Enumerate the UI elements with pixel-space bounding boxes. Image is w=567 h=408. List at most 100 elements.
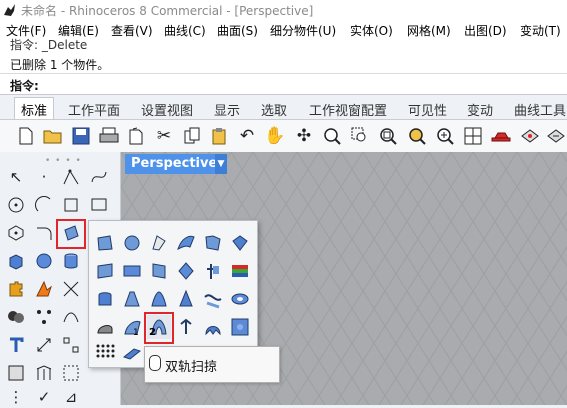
revolve-surface-icon[interactable]: [174, 259, 198, 283]
title-bar: 未命名 - Rhinoceros 8 Commercial - [Perspec…: [0, 0, 567, 20]
zoom-target-icon[interactable]: [433, 124, 457, 148]
torus-surface-icon[interactable]: [228, 287, 252, 311]
four-viewports-icon[interactable]: [461, 124, 485, 148]
open-folder-icon[interactable]: [41, 124, 65, 148]
strip-surface-icon[interactable]: [120, 341, 144, 365]
drape-surface-icon[interactable]: [93, 315, 117, 339]
blend-surface-icon[interactable]: [201, 287, 225, 311]
extrude-surface-icon[interactable]: [228, 231, 252, 255]
layout-icon[interactable]: [5, 362, 27, 384]
puzzle-icon[interactable]: [5, 278, 27, 300]
fin-surface-icon[interactable]: [201, 315, 225, 339]
tab-display[interactable]: 显示: [214, 100, 240, 119]
rail-revolve-icon[interactable]: [201, 259, 225, 283]
tab-set-view[interactable]: 设置视图: [141, 100, 193, 119]
zoom-selected-icon[interactable]: [405, 124, 429, 148]
zoom-window-icon[interactable]: [348, 124, 372, 148]
tab-cplanes[interactable]: 工作平面: [68, 100, 120, 119]
print-icon[interactable]: [97, 124, 121, 148]
explode-icon[interactable]: [33, 278, 55, 300]
command-history-line: 指令: _Delete: [10, 38, 88, 52]
fillet-curve-icon[interactable]: [33, 222, 55, 244]
tab-transform[interactable]: 变动: [467, 100, 493, 119]
tab-viewport-layout[interactable]: 工作视窗配置: [309, 100, 387, 119]
menu-view[interactable]: 查看(V): [111, 22, 153, 39]
menu-transform[interactable]: 变动(T): [520, 22, 561, 39]
arc-icon[interactable]: [33, 194, 55, 216]
patch-surface-icon[interactable]: [201, 231, 225, 255]
menu-solid[interactable]: 实体(O): [350, 22, 393, 39]
heightfield-surface-icon[interactable]: [228, 315, 252, 339]
tooltip: 双轨扫掠: [144, 346, 280, 383]
polyline-icon[interactable]: [60, 166, 82, 188]
menu-mesh[interactable]: 网格(M): [407, 22, 451, 39]
planar-surface-icon[interactable]: [120, 259, 144, 283]
curve-edit-icon[interactable]: [60, 306, 82, 328]
menu-dimension[interactable]: 出图(D): [464, 22, 507, 39]
tab-visibility[interactable]: 可见性: [408, 100, 447, 119]
chevron-down-icon[interactable]: ▼: [215, 154, 227, 174]
save-icon[interactable]: [69, 124, 93, 148]
command-prompt[interactable]: 指令:: [0, 73, 567, 94]
tent-surface-icon[interactable]: [147, 287, 171, 311]
network-surface-icon[interactable]: [147, 231, 171, 255]
select-arrow-icon[interactable]: ↖: [5, 166, 27, 188]
cone-surface-icon[interactable]: [174, 287, 198, 311]
pipe-surface-icon[interactable]: [174, 315, 198, 339]
pan-hand-icon[interactable]: ✋: [263, 124, 287, 148]
cut-icon[interactable]: ✂: [152, 124, 176, 148]
dimension-icon[interactable]: [33, 334, 55, 356]
rainbow-surface-icon[interactable]: [228, 259, 252, 283]
circle-icon[interactable]: [5, 194, 27, 216]
menu-subd[interactable]: 细分物件(U): [270, 22, 336, 39]
tab-curve-tools[interactable]: 曲线工具: [514, 100, 566, 119]
boolean-icon[interactable]: [5, 306, 27, 328]
curve-icon[interactable]: [88, 166, 110, 188]
points-on-icon[interactable]: [33, 306, 55, 328]
properties-icon[interactable]: [544, 124, 567, 148]
sweep-one-rail-icon[interactable]: [120, 315, 144, 339]
sphere-surface-icon[interactable]: [120, 231, 144, 255]
import-icon[interactable]: [124, 124, 148, 148]
cylinder-icon[interactable]: [60, 250, 82, 272]
ruled-surface-icon[interactable]: [120, 287, 144, 311]
box-solid-icon[interactable]: [5, 250, 27, 272]
zoom-icon[interactable]: [320, 124, 344, 148]
grid-dots-icon[interactable]: [60, 362, 82, 384]
surface-from-points-icon[interactable]: [93, 231, 117, 255]
polygon-center-icon[interactable]: [5, 222, 27, 244]
vertical-lines-icon[interactable]: [33, 362, 55, 384]
sphere-solid-icon[interactable]: [33, 250, 55, 272]
tab-select[interactable]: 选取: [261, 100, 287, 119]
rotate-view-icon[interactable]: ✣: [292, 124, 316, 148]
viewport-title-tab[interactable]: Perspective: [125, 154, 224, 174]
dot-grid-icon[interactable]: [93, 341, 117, 365]
rectangle-icon[interactable]: [88, 194, 110, 216]
menu-surface[interactable]: 曲面(S): [217, 22, 258, 39]
polygon-icon[interactable]: [60, 194, 82, 216]
extrude-curve-icon[interactable]: [93, 287, 117, 311]
sweep-two-rails-highlight: [144, 312, 174, 344]
loft-surface-icon[interactable]: [147, 259, 171, 283]
array-icon[interactable]: [60, 334, 82, 356]
mouse-icon: [149, 355, 161, 371]
sweep-surface-icon[interactable]: [174, 231, 198, 255]
render-settings-icon[interactable]: [518, 124, 542, 148]
standard-toolbar: ✂ ↶ ✋ ✣: [0, 119, 567, 153]
copy-icon[interactable]: [180, 124, 204, 148]
command-area: 指令: _Delete 已删除 1 个物件。 指令:: [0, 38, 567, 95]
sweep-badge-label: 1: [133, 328, 139, 338]
new-file-icon[interactable]: [14, 124, 38, 148]
car-render-icon[interactable]: [489, 124, 513, 148]
menu-curve[interactable]: 曲线(C): [164, 22, 206, 39]
text-icon[interactable]: [5, 334, 27, 356]
paste-icon[interactable]: [207, 124, 231, 148]
trim-icon[interactable]: [60, 278, 82, 300]
undo-icon[interactable]: ↶: [235, 124, 259, 148]
panel-grip[interactable]: • • • •: [45, 156, 82, 166]
point-icon[interactable]: ·: [33, 166, 55, 188]
edge-surface-icon[interactable]: [93, 259, 117, 283]
command-prompt-label: 指令:: [10, 79, 39, 93]
command-history-line: 已删除 1 个物件。: [10, 58, 110, 72]
zoom-extents-icon[interactable]: [376, 124, 400, 148]
